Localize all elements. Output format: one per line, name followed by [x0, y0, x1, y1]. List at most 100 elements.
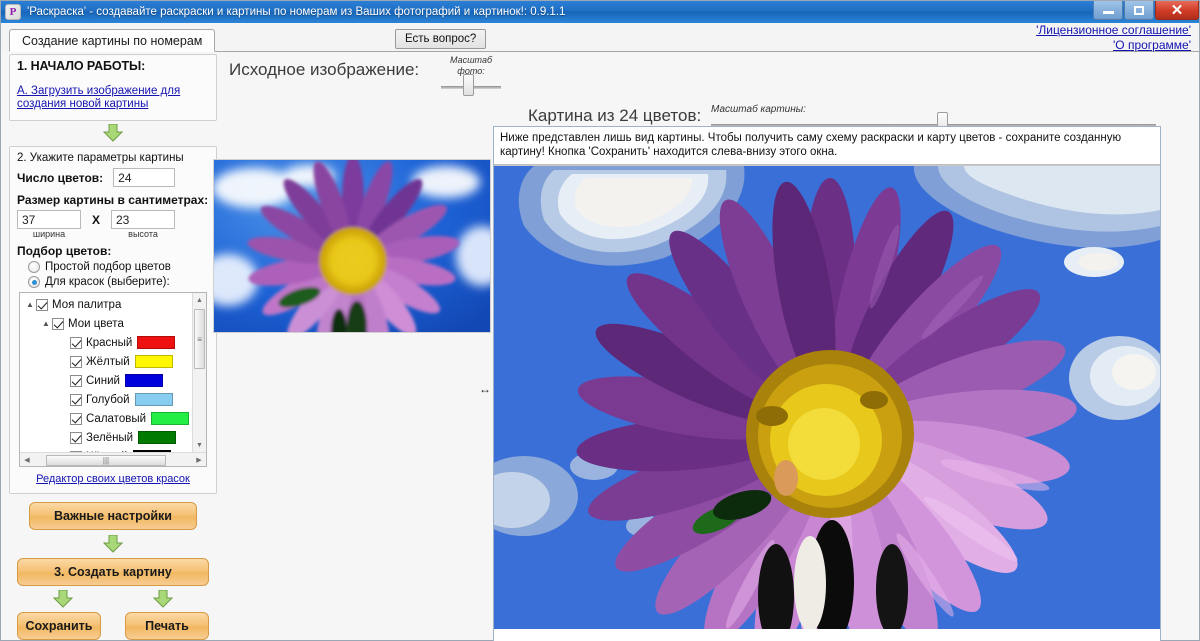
palette-tree-node[interactable]: ▲ Моя палитра	[20, 295, 192, 314]
color-swatch	[134, 355, 173, 368]
palette-horizontal-scrollbar[interactable]: ◀ ||| ▶	[20, 452, 206, 466]
save-print-button-group: Сохранить Печать	[17, 612, 209, 640]
window-controls: ✕	[1092, 1, 1199, 21]
palette-node-label: Моя палитра	[52, 298, 122, 311]
print-button[interactable]: Печать	[125, 612, 209, 640]
palette-node-label: Голубой	[86, 393, 130, 406]
palette-tree-node[interactable]: Синий	[20, 371, 192, 390]
license-agreement-link[interactable]: 'Лицензионное соглашение'	[1036, 23, 1191, 38]
size-inputs-row: 37 X 23	[17, 210, 209, 229]
color-swatch	[124, 374, 163, 387]
start-section: 1. НАЧАЛО РАБОТЫ: A. Загрузить изображен…	[9, 54, 217, 121]
palette-node-label: Красный	[86, 336, 133, 349]
scroll-up-arrow-icon[interactable]: ▲	[193, 293, 206, 307]
flow-arrow-icon-1	[103, 124, 123, 142]
color-editor-link[interactable]: Редактор своих цветов красок	[17, 473, 209, 485]
posterized-image	[494, 166, 1160, 629]
save-button[interactable]: Сохранить	[17, 612, 101, 640]
color-swatch	[138, 431, 177, 444]
palette-tree-node[interactable]: Зелёный	[20, 428, 192, 447]
maximize-button[interactable]	[1124, 1, 1154, 20]
palette-vertical-scrollbar[interactable]: ▲ ≡ ▼	[192, 293, 206, 452]
maximize-icon	[1134, 5, 1144, 15]
palette-node-label: Салатовый	[86, 412, 147, 425]
flow-arrow-icon-2	[103, 535, 123, 553]
size-captions-row: ширина высота	[17, 229, 209, 239]
colors-count-row: Число цветов: 24	[17, 168, 209, 187]
tab-create-painting[interactable]: Создание картины по номерам	[9, 29, 216, 52]
palette-tree-items: ▲ Моя палитра ▲ Мои цвета Красный Жёлтый Синий…	[20, 293, 192, 452]
palette-tree-node[interactable]: Красный	[20, 333, 192, 352]
tab-strip: Создание картины по номерам Есть вопрос?…	[1, 23, 1199, 52]
width-caption: ширина	[32, 229, 66, 239]
flow-arrow-icon-3	[53, 590, 73, 608]
panel-splitter-handle[interactable]: ↔	[479, 382, 491, 396]
photo-scale-track[interactable]	[441, 74, 501, 96]
scroll-down-arrow-icon[interactable]: ▼	[193, 438, 206, 452]
color-swatch	[134, 393, 173, 406]
radio-simple-label: Простой подбор цветов	[45, 261, 171, 273]
header-links: 'Лицензионное соглашение' 'О программе'	[1036, 23, 1191, 53]
result-panel: Ниже представлен лишь вид картины. Чтобы…	[493, 126, 1161, 641]
result-notice: Ниже представлен лишь вид картины. Чтобы…	[494, 127, 1160, 165]
checkbox-icon[interactable]	[36, 298, 48, 311]
radio-simple-icon	[28, 261, 40, 273]
start-section-title: 1. НАЧАЛО РАБОТЫ:	[17, 59, 146, 73]
photo-scale-slider-group: Масштаб фото:	[441, 55, 501, 96]
checkbox-icon[interactable]	[52, 317, 64, 330]
picture-scale-caption: Масштаб картины:	[711, 104, 806, 115]
source-photo-image	[214, 160, 490, 332]
application-window: P 'Раскраска' - создавайте раскраски и к…	[0, 0, 1200, 641]
radio-simple-row[interactable]: Простой подбор цветов	[17, 261, 209, 273]
palette-tree-node[interactable]: Салатовый	[20, 409, 192, 428]
about-program-link[interactable]: 'О программе'	[1036, 38, 1191, 53]
palette-node-label: Зелёный	[86, 431, 134, 444]
checkbox-icon[interactable]	[70, 355, 82, 368]
params-section: 2. Укажите параметры картины Число цвето…	[9, 146, 217, 494]
checkbox-icon[interactable]	[70, 412, 82, 425]
palette-tree-view[interactable]: ▲ Моя палитра ▲ Мои цвета Красный Жёлтый Синий…	[19, 292, 207, 467]
palette-tree-node[interactable]: Жёлтый	[20, 352, 192, 371]
palette-tree-node[interactable]: ▲ Мои цвета	[20, 314, 192, 333]
radio-paints-label: Для красок (выберите):	[45, 276, 170, 288]
palette-node-label: Синий	[86, 374, 120, 387]
horizontal-scroll-track[interactable]: |||	[34, 454, 192, 466]
scroll-left-arrow-icon[interactable]: ◀	[20, 456, 34, 464]
checkbox-icon[interactable]	[70, 393, 82, 406]
width-input[interactable]: 37	[17, 210, 81, 229]
scroll-right-arrow-icon[interactable]: ▶	[192, 456, 206, 464]
window-title: 'Раскраска' - создавайте раскраски и кар…	[27, 6, 566, 18]
left-sidebar: 1. НАЧАЛО РАБОТЫ: A. Загрузить изображен…	[9, 54, 217, 640]
checkbox-icon[interactable]	[70, 374, 82, 387]
photo-scale-caption-line1: Масштаб	[449, 55, 493, 65]
result-image-preview[interactable]	[494, 165, 1160, 629]
vertical-scroll-thumb[interactable]: ≡	[194, 309, 205, 369]
expander-icon[interactable]: ▲	[40, 319, 52, 328]
size-separator: X	[91, 212, 100, 227]
checkbox-icon[interactable]	[70, 336, 82, 349]
radio-paints-row[interactable]: Для красок (выберите):	[17, 276, 209, 288]
params-section-title: 2. Укажите параметры картины	[17, 152, 184, 164]
height-input[interactable]: 23	[111, 210, 175, 229]
upload-link-line1: A. Загрузить изображение для	[17, 85, 181, 97]
title-bar: P 'Раскраска' - создавайте раскраски и к…	[1, 1, 1199, 23]
question-button[interactable]: Есть вопрос?	[395, 29, 487, 49]
checkbox-icon[interactable]	[70, 431, 82, 444]
color-swatch	[137, 336, 176, 349]
close-button[interactable]: ✕	[1155, 1, 1199, 20]
minimize-icon	[1102, 11, 1114, 14]
color-selection-label: Подбор цветов:	[17, 244, 112, 258]
colors-count-input[interactable]: 24	[113, 168, 176, 187]
colors-count-label: Число цветов:	[17, 170, 104, 185]
upload-image-link[interactable]: A. Загрузить изображение для создания но…	[17, 85, 209, 111]
source-image-preview[interactable]	[213, 159, 491, 333]
important-settings-button[interactable]: Важные настройки	[29, 502, 197, 530]
flow-arrow-pair	[53, 590, 173, 608]
radio-paints-icon	[28, 276, 40, 288]
palette-tree-node[interactable]: Голубой	[20, 390, 192, 409]
expander-icon[interactable]: ▲	[24, 300, 36, 309]
minimize-button[interactable]	[1093, 1, 1123, 20]
horizontal-scroll-thumb[interactable]: |||	[46, 454, 166, 466]
create-painting-button[interactable]: 3. Создать картину	[17, 558, 209, 586]
photo-scale-thumb[interactable]	[463, 74, 474, 96]
